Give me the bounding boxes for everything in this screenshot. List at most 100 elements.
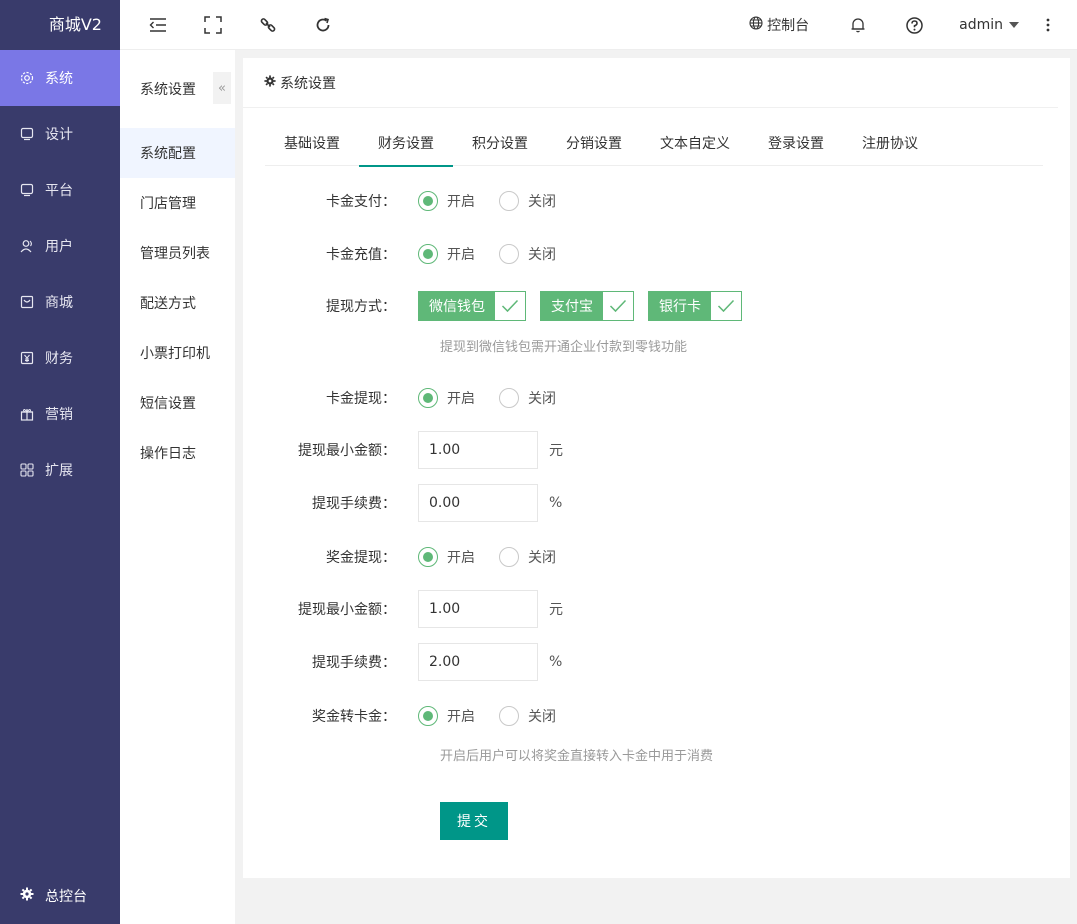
- check-icon: [495, 292, 525, 320]
- sidebar-item-label: 扩展: [45, 463, 73, 479]
- user-name: admin: [959, 17, 1003, 33]
- withdraw-alipay-checkbox[interactable]: 支付宝: [540, 291, 634, 321]
- bonus-fee-input[interactable]: [418, 643, 538, 681]
- sidebar-item-label: 财务: [45, 351, 73, 367]
- card-withdraw-off-radio[interactable]: 关闭: [499, 388, 556, 408]
- submenu-item-printer[interactable]: 小票打印机: [120, 328, 235, 378]
- radio-circle: [418, 388, 438, 408]
- submenu-item-stores[interactable]: 门店管理: [120, 178, 235, 228]
- user-menu[interactable]: admin: [959, 17, 1019, 33]
- bell-icon[interactable]: [847, 14, 869, 36]
- submenu-item-admins[interactable]: 管理员列表: [120, 228, 235, 278]
- card-min-amount-label: 提现最小金额：: [298, 443, 396, 459]
- check-icon: [603, 292, 633, 320]
- bonus-withdraw-label: 奖金提现：: [326, 550, 396, 566]
- tab-finance[interactable]: 财务设置: [359, 126, 453, 167]
- sidebar-console-link[interactable]: 总控台: [0, 880, 120, 912]
- card-recharge-off-radio[interactable]: 关闭: [499, 244, 556, 264]
- sidebar-item-design[interactable]: 设计: [0, 106, 120, 162]
- withdraw-wechat-checkbox[interactable]: 微信钱包: [418, 291, 526, 321]
- sidebar-item-extend[interactable]: 扩展: [0, 442, 120, 498]
- radio-circle: [499, 244, 519, 264]
- link-icon[interactable]: [257, 14, 279, 36]
- withdraw-method-hint: 提现到微信钱包需开通企业付款到零钱功能: [440, 340, 688, 355]
- tab-basic[interactable]: 基础设置: [265, 126, 359, 166]
- unit-label: %: [549, 495, 563, 511]
- submenu-item-system-config[interactable]: 系统配置: [120, 128, 235, 178]
- tab-text-custom[interactable]: 文本自定义: [641, 126, 749, 166]
- console-link[interactable]: 控制台: [749, 15, 809, 35]
- gift-icon: [20, 407, 34, 421]
- submenu-item-logs[interactable]: 操作日志: [120, 428, 235, 478]
- card-recharge-on-radio[interactable]: 开启: [418, 244, 475, 264]
- menu-fold-icon[interactable]: [147, 14, 169, 36]
- sidebar-item-marketing[interactable]: 营销: [0, 386, 120, 442]
- card-pay-off-radio[interactable]: 关闭: [499, 191, 556, 211]
- radio-label: 关闭: [528, 391, 556, 407]
- radio-circle: [418, 244, 438, 264]
- radio-label: 开启: [447, 550, 475, 566]
- chevron-down-icon: [1009, 22, 1019, 28]
- tab-points[interactable]: 积分设置: [453, 126, 547, 166]
- console-label: 控制台: [767, 18, 810, 34]
- sidebar-item-platform[interactable]: 平台: [0, 162, 120, 218]
- card-fee-input[interactable]: [418, 484, 538, 522]
- sidebar-item-label: 平台: [45, 183, 73, 199]
- sidebar-item-users[interactable]: 用户: [0, 218, 120, 274]
- submenu-item-delivery[interactable]: 配送方式: [120, 278, 235, 328]
- sidebar-item-system[interactable]: 系统: [0, 50, 120, 106]
- sidebar-item-label: 用户: [45, 239, 73, 255]
- bonus-min-amount-row: 提现最小金额： 元: [243, 590, 1070, 628]
- bonus-withdraw-off-radio[interactable]: 关闭: [499, 547, 556, 567]
- checkbox-label: 银行卡: [649, 292, 711, 320]
- sidebar-item-label: 营销: [45, 407, 73, 423]
- radio-circle: [418, 191, 438, 211]
- bonus-min-amount-label: 提现最小金额：: [298, 602, 396, 618]
- submenu-item-sms[interactable]: 短信设置: [120, 378, 235, 428]
- bonus-fee-row: 提现手续费： %: [243, 643, 1070, 681]
- tab-login[interactable]: 登录设置: [749, 126, 843, 166]
- gear-icon: [20, 887, 34, 905]
- card-withdraw-on-radio[interactable]: 开启: [418, 388, 475, 408]
- bonus-to-card-on-radio[interactable]: 开启: [418, 706, 475, 726]
- more-vertical-icon[interactable]: [1041, 14, 1055, 36]
- card-min-amount-input[interactable]: [418, 431, 538, 469]
- secondary-menu-title: 系统设置: [140, 82, 196, 98]
- bonus-withdraw-on-radio[interactable]: 开启: [418, 547, 475, 567]
- monitor-icon: [20, 183, 34, 197]
- card-recharge-row: 卡金充值： 开启 关闭: [243, 241, 1070, 267]
- settings-card: 系统设置 基础设置 财务设置 积分设置 分销设置 文本自定义 登录设置 注册协议…: [243, 58, 1070, 878]
- main-sidebar: 商城V2 系统 设计 平台 用户 商城 财务 营销 扩展 总控台: [0, 0, 120, 924]
- bonus-to-card-row: 奖金转卡金： 开启 关闭: [243, 703, 1070, 729]
- bonus-withdraw-row: 奖金提现： 开启 关闭: [243, 544, 1070, 570]
- withdraw-method-row: 提现方式： 微信钱包 支付宝 银行卡: [243, 291, 1070, 321]
- refresh-icon[interactable]: [312, 14, 334, 36]
- card-pay-on-radio[interactable]: 开启: [418, 191, 475, 211]
- radio-label: 关闭: [528, 550, 556, 566]
- checkbox-label: 支付宝: [541, 292, 603, 320]
- tab-distribution[interactable]: 分销设置: [547, 126, 641, 166]
- withdraw-bank-checkbox[interactable]: 银行卡: [648, 291, 742, 321]
- sidebar-item-shop[interactable]: 商城: [0, 274, 120, 330]
- collapse-menu-button[interactable]: «: [213, 72, 231, 104]
- help-icon[interactable]: [903, 14, 925, 36]
- unit-label: %: [549, 654, 563, 670]
- fullscreen-icon[interactable]: [202, 14, 224, 36]
- settings-tabs: 基础设置 财务设置 积分设置 分销设置 文本自定义 登录设置 注册协议: [265, 126, 1043, 167]
- bonus-min-amount-input[interactable]: [418, 590, 538, 628]
- radio-circle: [499, 706, 519, 726]
- card-min-amount-row: 提现最小金额： 元: [243, 431, 1070, 469]
- sidebar-item-finance[interactable]: 财务: [0, 330, 120, 386]
- bonus-to-card-off-radio[interactable]: 关闭: [499, 706, 556, 726]
- radio-label: 关闭: [528, 247, 556, 263]
- radio-label: 开启: [447, 247, 475, 263]
- card-fee-row: 提现手续费： %: [243, 484, 1070, 522]
- card-pay-row: 卡金支付： 开启 关闭: [243, 188, 1070, 214]
- tab-agreement[interactable]: 注册协议: [843, 126, 937, 166]
- bonus-fee-label: 提现手续费：: [312, 655, 396, 671]
- radio-circle: [499, 388, 519, 408]
- radio-label: 关闭: [528, 194, 556, 210]
- top-right-actions: 控制台 admin: [749, 0, 1077, 50]
- radio-label: 开启: [447, 391, 475, 407]
- submit-button[interactable]: 提交: [440, 802, 508, 840]
